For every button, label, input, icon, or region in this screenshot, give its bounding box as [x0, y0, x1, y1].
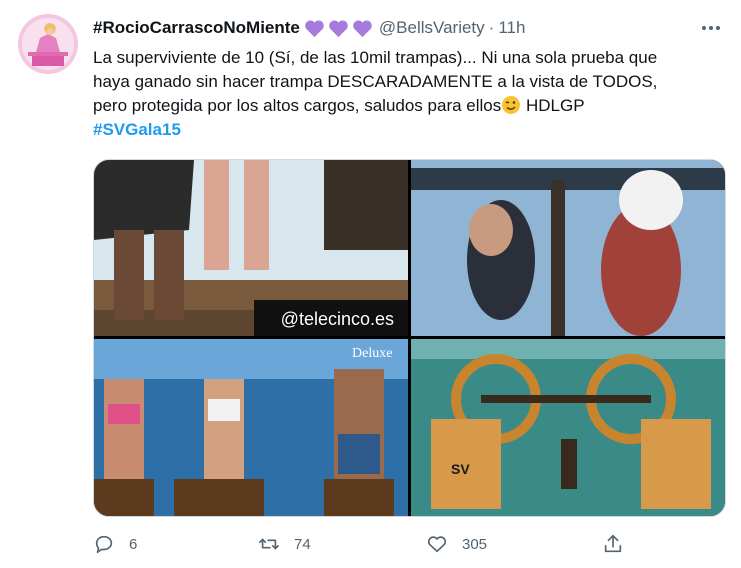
- tweet-text-line: La superviviente de 10 (Sí, de las 10mil…: [93, 48, 658, 67]
- media-grid: @telecinco.es Deluxe SV: [93, 159, 726, 517]
- share-icon: [604, 534, 622, 553]
- purple-heart-icon: [305, 19, 324, 37]
- tweet-text-span: pero protegida por los altos cargos, sal…: [93, 96, 502, 115]
- reply-count: 6: [129, 535, 138, 553]
- tweet-text-span: HDLGP: [521, 96, 585, 115]
- winking-face-icon: [502, 96, 521, 114]
- more-options-icon[interactable]: [701, 18, 721, 38]
- tweet: #RocioCarrascoNoMiente @BellsVariety · 1…: [0, 0, 741, 568]
- tweet-text-line: haya ganado sin hacer trampa DESCARADAME…: [93, 72, 658, 91]
- purple-heart-icon: [353, 19, 372, 37]
- like-count: 305: [462, 535, 488, 553]
- reply-button[interactable]: 6: [93, 530, 137, 558]
- media-photo-1[interactable]: @telecinco.es: [94, 160, 408, 336]
- like-button[interactable]: 305: [426, 530, 487, 558]
- tweet-actions: 6 74 305: [93, 530, 653, 558]
- media-logo-text: Deluxe: [352, 346, 392, 361]
- share-button[interactable]: [602, 530, 624, 558]
- retweet-count: 74: [294, 535, 311, 553]
- media-photo-3[interactable]: Deluxe: [94, 339, 408, 516]
- hashtag-link[interactable]: #SVGala15: [93, 118, 723, 142]
- media-photo-4[interactable]: SV: [411, 339, 725, 516]
- retweet-button[interactable]: 74: [258, 530, 311, 558]
- name-emojis: [304, 19, 373, 38]
- user-handle[interactable]: @BellsVariety: [379, 18, 485, 38]
- avatar[interactable]: [18, 14, 78, 74]
- tweet-header: #RocioCarrascoNoMiente @BellsVariety · 1…: [93, 16, 701, 40]
- purple-heart-icon: [329, 19, 348, 37]
- like-heart-icon: [427, 536, 447, 553]
- display-name[interactable]: #RocioCarrascoNoMiente: [93, 18, 300, 38]
- timestamp[interactable]: 11h: [498, 18, 525, 38]
- media-watermark: @telecinco.es: [280, 309, 394, 329]
- media-sign-text: SV: [451, 461, 470, 477]
- separator-dot: ·: [488, 18, 495, 37]
- media-photo-2[interactable]: [411, 160, 725, 336]
- tweet-text-line: pero protegida por los altos cargos, sal…: [93, 94, 723, 118]
- tweet-text: La superviviente de 10 (Sí, de las 10mil…: [93, 46, 723, 142]
- retweet-icon: [259, 538, 279, 550]
- reply-icon: [95, 535, 113, 554]
